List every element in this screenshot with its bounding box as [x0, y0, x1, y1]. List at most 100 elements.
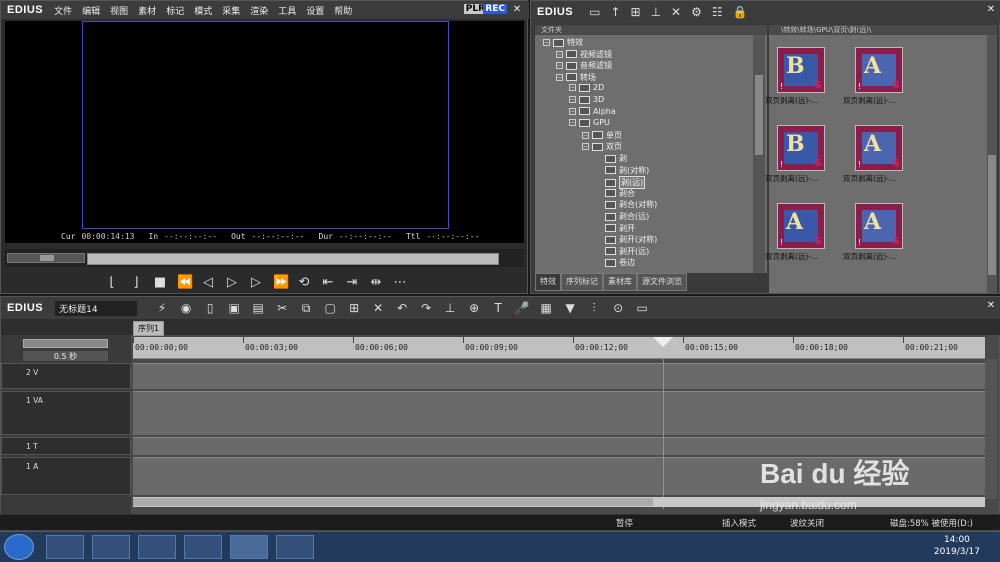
track-header-1t[interactable]: 1 T: [1, 437, 131, 455]
tab-bin[interactable]: 素材库: [603, 273, 637, 291]
tree-item[interactable]: − 音频滤镜: [556, 60, 612, 71]
redo-icon[interactable]: ↷: [417, 301, 435, 315]
marker-icon[interactable]: ▼: [561, 301, 579, 315]
set-in-icon[interactable]: ⌊: [105, 275, 119, 290]
tree-item[interactable]: 剥: [595, 153, 627, 164]
expand-icon[interactable]: −: [569, 84, 576, 92]
fast-forward-icon[interactable]: ⏩: [273, 275, 289, 290]
tree-item[interactable]: − 视频滤镜: [556, 49, 612, 60]
text-icon[interactable]: T: [489, 301, 507, 315]
properties-icon[interactable]: ⚙: [691, 5, 702, 19]
menu-tools[interactable]: 工具: [273, 4, 301, 17]
menu-render[interactable]: 渲染: [245, 4, 273, 17]
tab-effects[interactable]: 特效: [535, 273, 561, 291]
firefox-icon[interactable]: [184, 535, 222, 559]
qq-icon[interactable]: [92, 535, 130, 559]
step-forward-icon[interactable]: ▷: [249, 275, 263, 290]
time-ruler[interactable]: 00:00:00;00 00:00:03;00 00:00:06;00 00:00:0…: [133, 337, 985, 359]
play-icon[interactable]: ▷: [225, 275, 239, 290]
tree-item[interactable]: − 转场: [556, 72, 596, 83]
track-header-1va[interactable]: 1 VA: [1, 391, 131, 435]
tree-item[interactable]: 卷边: [595, 257, 635, 268]
lock-icon[interactable]: 🔒: [733, 5, 748, 19]
mixer-icon[interactable]: ⫶: [585, 301, 603, 316]
track-header-1a[interactable]: 1 A: [1, 457, 131, 495]
loop-icon[interactable]: ⟲: [297, 275, 311, 290]
cut-icon[interactable]: ✂: [273, 301, 291, 315]
menu-settings[interactable]: 设置: [301, 4, 329, 17]
tree-icon[interactable]: ⊞: [631, 5, 641, 19]
taskbar-clock[interactable]: 14:00 2019/3/17: [934, 534, 980, 558]
zoom-slider[interactable]: [23, 339, 108, 348]
expand-icon[interactable]: −: [582, 143, 589, 151]
tree-item[interactable]: − 3D: [569, 95, 604, 104]
rec-toggle[interactable]: REC: [483, 4, 507, 14]
record-icon[interactable]: [276, 535, 314, 559]
link-icon[interactable]: ⊕: [465, 301, 483, 315]
tree-item[interactable]: 剥合(对称): [595, 199, 657, 210]
effect-thumbnail[interactable]: A! S: [777, 203, 825, 249]
set-out-icon[interactable]: ⌋: [129, 275, 143, 290]
menu-mode[interactable]: 模式: [189, 4, 217, 17]
step-back-icon[interactable]: ◁: [201, 275, 215, 290]
copy-icon[interactable]: ⧉: [297, 301, 315, 316]
mic-icon[interactable]: 🎤: [513, 301, 531, 315]
tree-item[interactable]: 剥合: [595, 188, 635, 199]
menu-view[interactable]: 视图: [105, 4, 133, 17]
tree-item[interactable]: 剥开: [595, 223, 635, 234]
layout-icon[interactable]: ▭: [633, 301, 651, 315]
expand-icon[interactable]: −: [556, 62, 563, 70]
effect-thumbnail[interactable]: B! S: [777, 125, 825, 171]
menu-marker[interactable]: 标记: [161, 4, 189, 17]
bin-scrollbar[interactable]: [987, 35, 997, 293]
track-header-2v[interactable]: 2 V: [1, 363, 131, 389]
expand-icon[interactable]: −: [543, 39, 550, 46]
folder-icon[interactable]: ▭: [589, 5, 600, 19]
expand-icon[interactable]: −: [582, 131, 589, 139]
expand-icon[interactable]: −: [569, 96, 576, 103]
paste-icon[interactable]: ▢: [321, 301, 339, 315]
timeline-vscroll[interactable]: [985, 359, 997, 499]
explorer-icon[interactable]: [138, 535, 176, 559]
save-icon[interactable]: ▤: [249, 301, 267, 315]
up-icon[interactable]: ↑: [610, 5, 620, 19]
tree-item[interactable]: 剥(对称): [595, 165, 649, 176]
expand-icon[interactable]: −: [569, 107, 576, 115]
menu-capture[interactable]: 采集: [217, 4, 245, 17]
close-icon[interactable]: ✕: [985, 300, 997, 312]
render-icon[interactable]: ▦: [537, 301, 555, 315]
tab-source-browser[interactable]: 源文件浏览: [637, 273, 687, 291]
close-icon[interactable]: ✕: [985, 4, 997, 16]
apply-icon[interactable]: ⊥: [651, 5, 661, 19]
expand-icon[interactable]: −: [569, 119, 576, 127]
effect-thumbnail[interactable]: A! S: [855, 47, 903, 93]
insert-icon[interactable]: ⇤: [321, 275, 335, 290]
tree-item[interactable]: − 双页: [582, 141, 622, 152]
tree-item[interactable]: 剥合(远): [595, 211, 649, 222]
tab-sequence-markers[interactable]: 序列标记: [561, 273, 603, 291]
tree-item[interactable]: 剥开(对称): [595, 234, 657, 245]
edius-taskbar-icon[interactable]: [230, 535, 268, 559]
track-1va[interactable]: [133, 391, 985, 435]
effect-thumbnail[interactable]: A! S: [855, 125, 903, 171]
menu-help[interactable]: 帮助: [329, 4, 357, 17]
help-icon[interactable]: ⊙: [609, 301, 627, 315]
menu-clip[interactable]: 素材: [133, 4, 161, 17]
app-360-icon[interactable]: [46, 535, 84, 559]
undo-icon[interactable]: ↶: [393, 301, 411, 315]
transition-icon[interactable]: ⊥: [441, 301, 459, 315]
close-icon[interactable]: ✕: [511, 4, 523, 16]
new-icon[interactable]: ▯: [201, 301, 219, 315]
start-button[interactable]: [4, 534, 34, 560]
track-2v[interactable]: [133, 363, 985, 389]
tree-scrollbar[interactable]: [753, 35, 765, 273]
stop-icon[interactable]: ■: [153, 275, 167, 290]
replace-icon[interactable]: ⇹: [369, 275, 383, 290]
view-icon[interactable]: ☷: [712, 5, 723, 19]
zoom-value[interactable]: 0.5 秒: [23, 351, 108, 361]
tree-item[interactable]: − 单页: [582, 130, 622, 141]
overwrite-icon[interactable]: ⇥: [345, 275, 359, 290]
playhead-marker[interactable]: [653, 337, 673, 347]
wand-icon[interactable]: ⚡: [153, 301, 171, 315]
tab-sequence-1[interactable]: 序列1: [133, 321, 165, 336]
